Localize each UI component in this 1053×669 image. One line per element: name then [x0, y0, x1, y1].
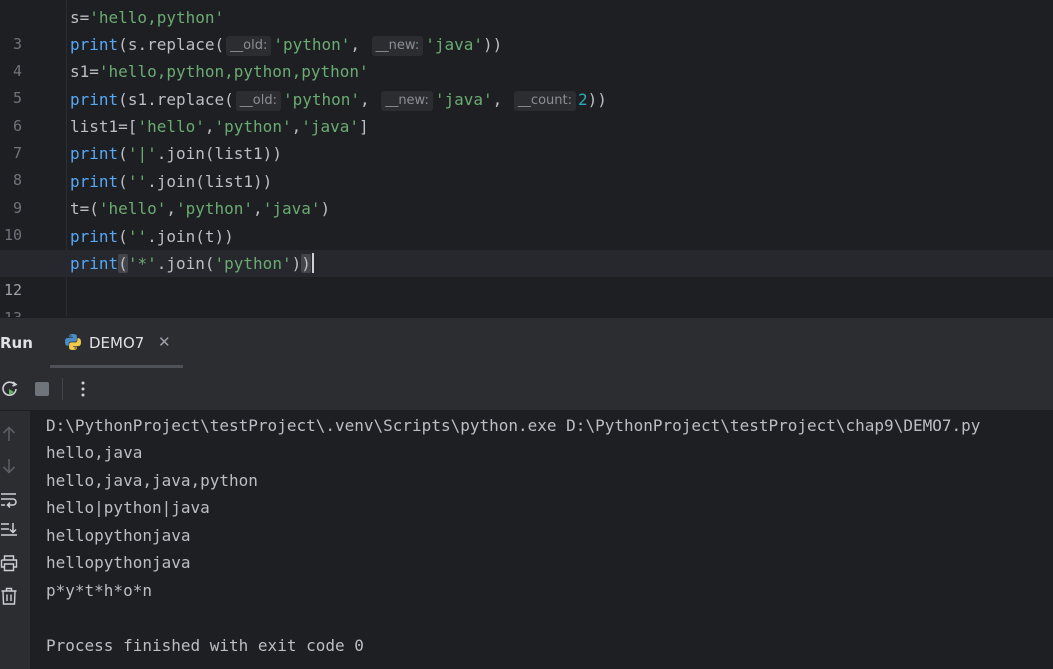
code-line[interactable]: 4 print(s.replace(__old:'python', __new:… — [0, 31, 1053, 80]
more-vertical-icon[interactable] — [73, 379, 93, 399]
tab-demo7[interactable]: DEMO7 ✕ — [50, 318, 183, 368]
tab-label: DEMO7 — [89, 334, 145, 352]
scroll-to-end-icon[interactable] — [0, 521, 18, 539]
stop-icon[interactable] — [32, 379, 52, 399]
toolbar-separator — [62, 378, 63, 400]
param-hint-new: __new: — [381, 91, 433, 111]
bracket-highlight: ) — [301, 254, 311, 273]
print-icon[interactable] — [0, 554, 18, 572]
console-line: hellopythonjava — [46, 526, 191, 545]
code-line[interactable]: 5 s1='hello,python,python,python' — [0, 58, 1053, 107]
python-icon — [65, 334, 81, 350]
console-line: hello|python|java — [46, 498, 210, 517]
console-line: D:\PythonProject\testProject\.venv\Scrip… — [46, 416, 981, 435]
code-line[interactable]: 11 print(''.join(t)) — [0, 223, 1053, 272]
code-line[interactable]: 6 print(s1.replace(__old:'python', __new… — [0, 86, 1053, 135]
code-line[interactable]: 13 — [0, 278, 1053, 327]
arrow-up-icon[interactable] — [0, 425, 18, 443]
param-hint-new: __new: — [371, 36, 424, 56]
trash-icon[interactable] — [0, 587, 18, 605]
run-toolbar — [0, 368, 1053, 411]
bracket-highlight: ( — [118, 254, 128, 273]
code-editor[interactable]: 3 s='hello,python' 4 print(s.replace(__o… — [0, 0, 1053, 327]
param-hint-count: __count: — [513, 91, 576, 111]
code-line-current[interactable]: 12 print('*'.join('python')) — [0, 250, 1053, 299]
close-icon[interactable]: ✕ — [158, 333, 171, 351]
param-hint-old: __old: — [235, 91, 281, 111]
run-panel-title: Run — [0, 334, 33, 352]
code-line[interactable]: 3 s='hello,python' — [0, 4, 1053, 53]
console-line: p*y*t*h*o*n — [46, 581, 152, 600]
console-side-toolbar — [0, 411, 30, 669]
code-line[interactable]: 7 list1=['hello','python','java'] — [0, 113, 1053, 162]
code-line[interactable]: 8 print('|'.join(list1)) — [0, 140, 1053, 189]
param-hint-old: __old: — [226, 36, 272, 56]
text-caret — [311, 253, 314, 273]
console-line: hellopythonjava — [46, 553, 191, 572]
run-panel-header: Run DEMO7 ✕ — [0, 317, 1053, 368]
code-line[interactable]: 10 t=('hello','python','java') — [0, 195, 1053, 244]
code-line[interactable]: 9 print(''.join(list1)) — [0, 168, 1053, 217]
console-line: hello,java — [46, 443, 143, 462]
rerun-icon[interactable] — [0, 379, 20, 399]
console-output[interactable]: D:\PythonProject\testProject\.venv\Scrip… — [30, 411, 1053, 669]
arrow-down-icon[interactable] — [0, 457, 18, 475]
soft-wrap-icon[interactable] — [0, 490, 18, 508]
console-line: hello,java,java,python — [46, 471, 258, 490]
console-exit-line: Process finished with exit code 0 — [46, 636, 364, 655]
